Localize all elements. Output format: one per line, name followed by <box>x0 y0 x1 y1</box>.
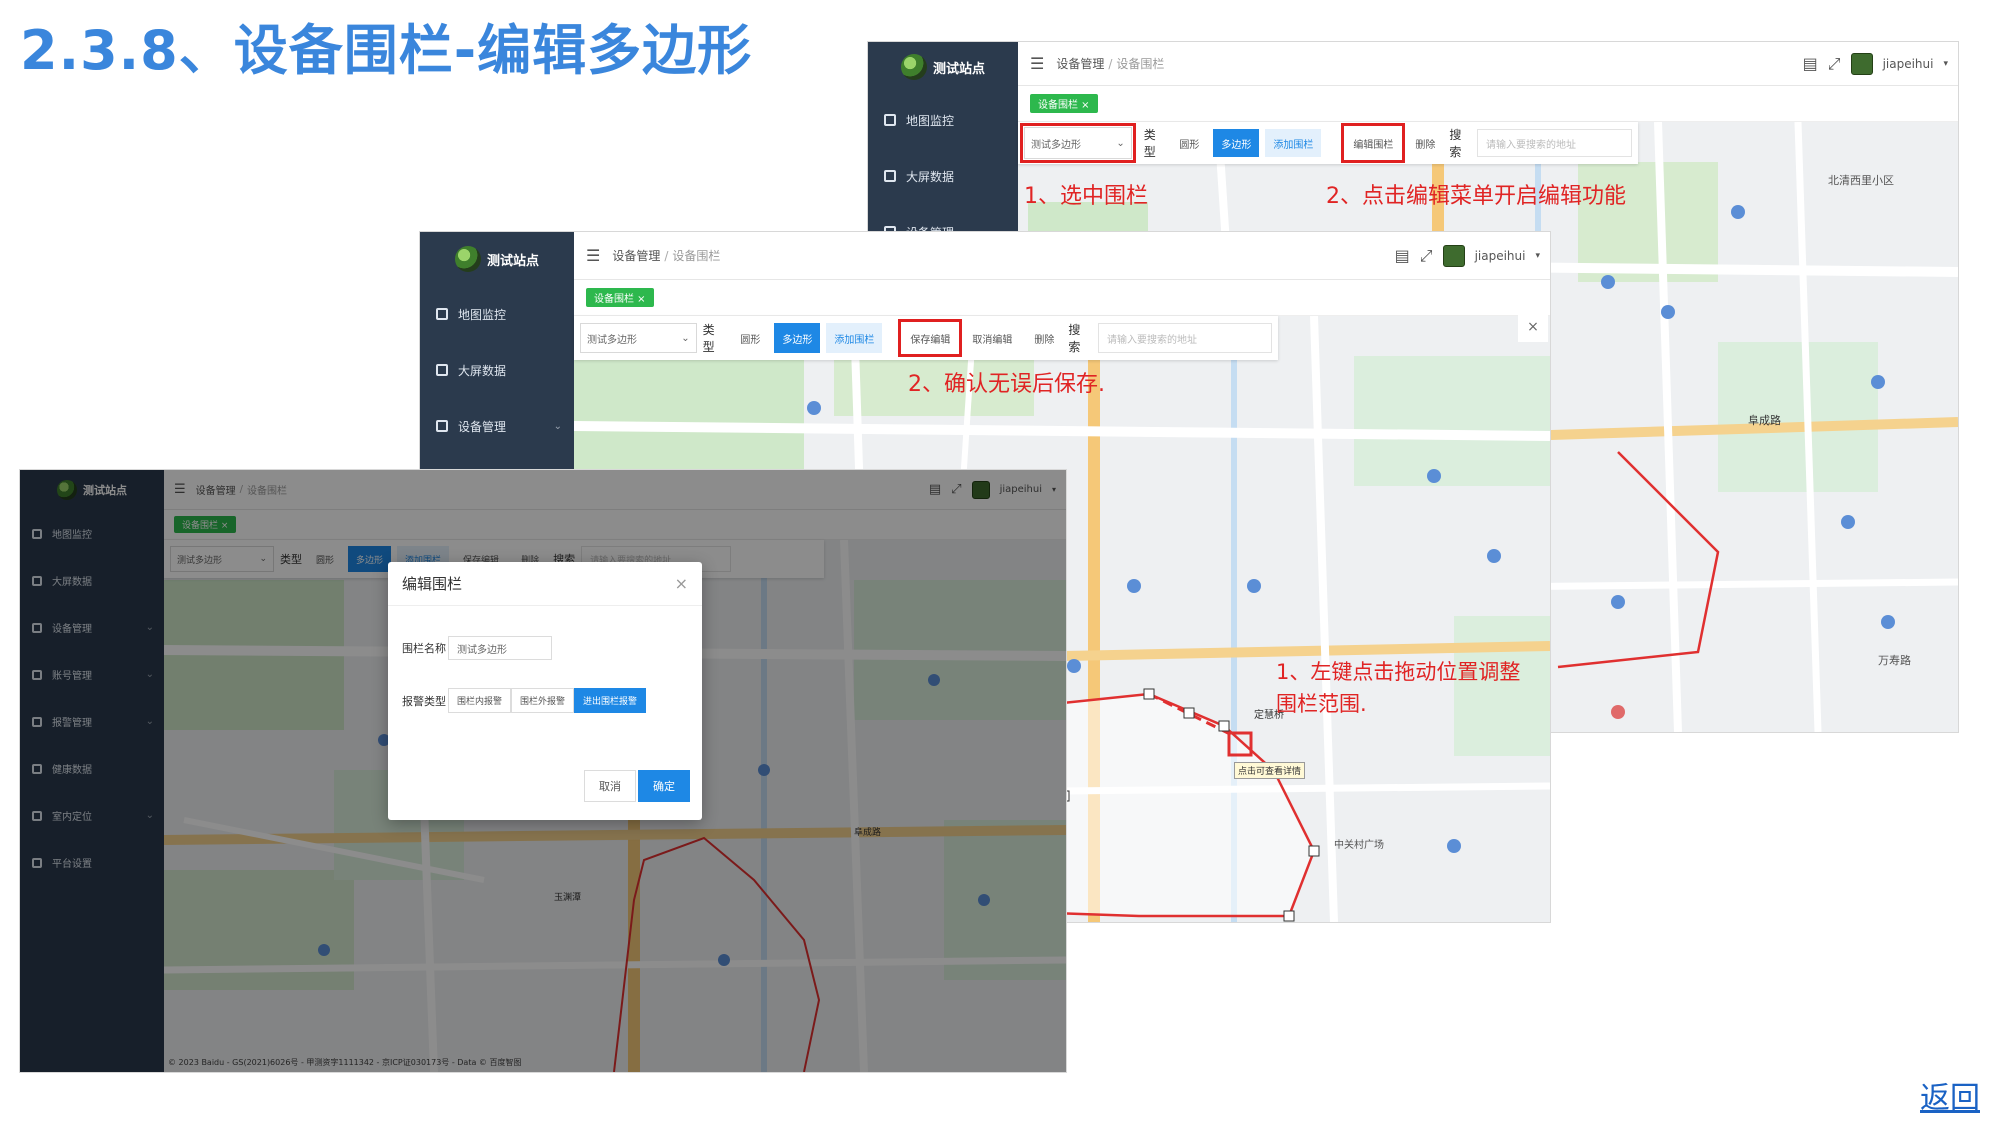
map-label-fuxing: 阜成路 <box>1748 414 1781 427</box>
fence-name-label: 围栏名称 <box>402 642 446 655</box>
chevron-down-icon[interactable]: ▾ <box>1535 251 1540 261</box>
topbar: ☰ 设备管理 / 设备围栏 ▤ ⤢ jiapeihui ▾ <box>574 232 1550 280</box>
tab-device-fence[interactable]: 设备围栏 × <box>586 288 654 307</box>
cancel-edit-button[interactable]: 取消编辑 <box>964 323 1021 353</box>
fence-select[interactable]: 测试多边形 ⌄ <box>580 323 697 353</box>
chart-icon <box>436 364 448 376</box>
save-edit-button[interactable]: 保存编辑 <box>898 319 963 357</box>
menu-toggle-icon[interactable]: ☰ <box>586 246 600 265</box>
site-logo: 测试站点 <box>868 42 1018 92</box>
annotation-drag-line1: 1、左键点击拖动位置调整 <box>1276 660 1521 684</box>
annotation-drag-line2: 围栏范围. <box>1276 692 1367 716</box>
annotation-select-fence: 1、选中围栏 <box>1024 184 1148 209</box>
type-polygon-button[interactable]: 多边形 <box>1213 129 1260 157</box>
search-label: 搜索 <box>1068 323 1081 354</box>
username[interactable]: jiapeihui <box>1883 57 1934 71</box>
delete-button[interactable]: 删除 <box>1407 129 1444 157</box>
breadcrumb-parent[interactable]: 设备管理 <box>1056 55 1104 72</box>
search-input[interactable]: 请输入要搜索的地址 <box>1477 129 1632 157</box>
search-label: 搜索 <box>1449 128 1462 159</box>
slide-title: 2.3.8、设备围栏-编辑多边形 <box>20 19 753 82</box>
breadcrumb-current: 设备围栏 <box>672 249 721 263</box>
edit-fence-modal: 编辑围栏 × 围栏名称 报警类型 围栏内报警 围栏外报警 进出围栏报警 取消 确… <box>388 562 702 820</box>
type-label: 类型 <box>702 323 715 354</box>
nav-device-mgmt[interactable]: 设备管理⌄ <box>420 398 574 454</box>
edit-fence-button[interactable]: 编辑围栏 <box>1341 123 1406 163</box>
tab-device-fence[interactable]: 设备围栏 × <box>1030 94 1098 113</box>
fullscreen-icon[interactable]: ⤢ <box>1420 246 1433 266</box>
document-icon[interactable]: ▤ <box>1803 54 1818 73</box>
screenshot-edit-modal: 测试站点 地图监控 大屏数据 设备管理 ⌄ 账号管理 ⌄ 报警管理 ⌄ 健康数据 室内… <box>20 470 1066 1072</box>
type-circle-button[interactable]: 圆形 <box>1171 129 1208 157</box>
add-fence-button[interactable]: 添加围栏 <box>826 323 883 353</box>
device-icon <box>436 420 448 432</box>
type-label: 类型 <box>1143 128 1156 159</box>
alarm-type-field: 报警类型 围栏内报警 围栏外报警 进出围栏报警 <box>402 688 647 713</box>
type-polygon-button[interactable]: 多边形 <box>774 323 821 353</box>
alarm-type-label: 报警类型 <box>402 694 446 708</box>
type-circle-button[interactable]: 圆形 <box>732 323 769 353</box>
site-logo: 测试站点 <box>420 232 574 286</box>
delete-button[interactable]: 删除 <box>1026 323 1063 353</box>
chevron-down-icon: ⌄ <box>1116 137 1125 149</box>
toolbar: 测试多边形 ⌄ 类型 圆形 多边形 添加围栏 保存编辑 取消编辑 删除 搜索 请输… <box>574 316 1278 360</box>
toolbar: 测试多边形 ⌄ 类型 圆形 多边形 添加围栏 编辑围栏 删除 搜索 请输入要搜索的… <box>1018 122 1638 164</box>
nav-big-screen[interactable]: 大屏数据 <box>868 148 1018 204</box>
modal-title: 编辑围栏 <box>402 575 463 593</box>
fence-select[interactable]: 测试多边形 ⌄ <box>1020 123 1136 163</box>
nav-big-screen[interactable]: 大屏数据 <box>420 342 574 398</box>
alarm-type-segmented: 围栏内报警 围栏外报警 进出围栏报警 <box>448 688 647 713</box>
home-icon <box>884 114 896 126</box>
alarm-option-in-out[interactable]: 进出围栏报警 <box>574 688 647 713</box>
modal-header: 编辑围栏 × <box>388 562 702 606</box>
annotation-save: 2、确认无误后保存. <box>908 372 1105 397</box>
chevron-down-icon: ⌄ <box>553 420 562 432</box>
fence-name-field: 围栏名称 <box>402 636 552 660</box>
search-input[interactable]: 请输入要搜索的地址 <box>1098 323 1272 353</box>
map-label-tsinghua: 北清西里小区 <box>1828 174 1894 187</box>
logo-icon <box>900 54 927 80</box>
document-icon[interactable]: ▤ <box>1395 246 1410 265</box>
username[interactable]: jiapeihui <box>1475 249 1526 263</box>
logo-icon <box>454 246 481 272</box>
close-icon[interactable]: × <box>675 574 688 593</box>
chevron-down-icon[interactable]: ▾ <box>1943 59 1948 69</box>
fence-name-input[interactable] <box>448 636 552 660</box>
close-icon[interactable]: × <box>1518 312 1548 342</box>
breadcrumb-parent[interactable]: 设备管理 <box>612 247 660 264</box>
site-name: 测试站点 <box>486 253 539 269</box>
modal-confirm-button[interactable]: 确定 <box>638 770 690 802</box>
map-label-zhongguancun: 中关村广场 <box>1334 840 1384 851</box>
nav-map-monitor[interactable]: 地图监控 <box>868 92 1018 148</box>
breadcrumb-current: 设备围栏 <box>1116 57 1165 71</box>
nav-map-monitor[interactable]: 地图监控 <box>420 286 574 342</box>
fullscreen-icon[interactable]: ⤢ <box>1828 54 1841 74</box>
add-fence-button[interactable]: 添加围栏 <box>1265 129 1322 157</box>
avatar[interactable] <box>1442 244 1465 267</box>
map-tooltip: 点击可查看详情 <box>1234 762 1306 779</box>
topbar: ☰ 设备管理 / 设备围栏 ▤ ⤢ jiapeihui ▾ <box>1018 42 1958 86</box>
chart-icon <box>884 170 896 182</box>
tags-bar: 设备围栏 × <box>1018 86 1958 122</box>
slide: 2.3.8、设备围栏-编辑多边形 测试站点 地图监控 大屏数据 设备管理⌄ ☰ … <box>0 0 2000 1125</box>
site-name: 测试站点 <box>932 61 985 77</box>
alarm-option-outside[interactable]: 围栏外报警 <box>511 688 575 713</box>
modal-cancel-button[interactable]: 取消 <box>584 770 636 802</box>
chevron-down-icon: ⌄ <box>681 332 690 344</box>
tags-bar: 设备围栏 × <box>574 280 1550 316</box>
home-icon <box>436 308 448 320</box>
menu-toggle-icon[interactable]: ☰ <box>1030 54 1044 73</box>
back-link[interactable]: 返回 <box>1920 1073 1980 1117</box>
annotation-open-edit: 2、点击编辑菜单开启编辑功能 <box>1326 184 1626 209</box>
map-label-wanshou: 万寿路 <box>1878 654 1911 667</box>
avatar[interactable] <box>1850 52 1873 75</box>
alarm-option-inside[interactable]: 围栏内报警 <box>448 688 512 713</box>
